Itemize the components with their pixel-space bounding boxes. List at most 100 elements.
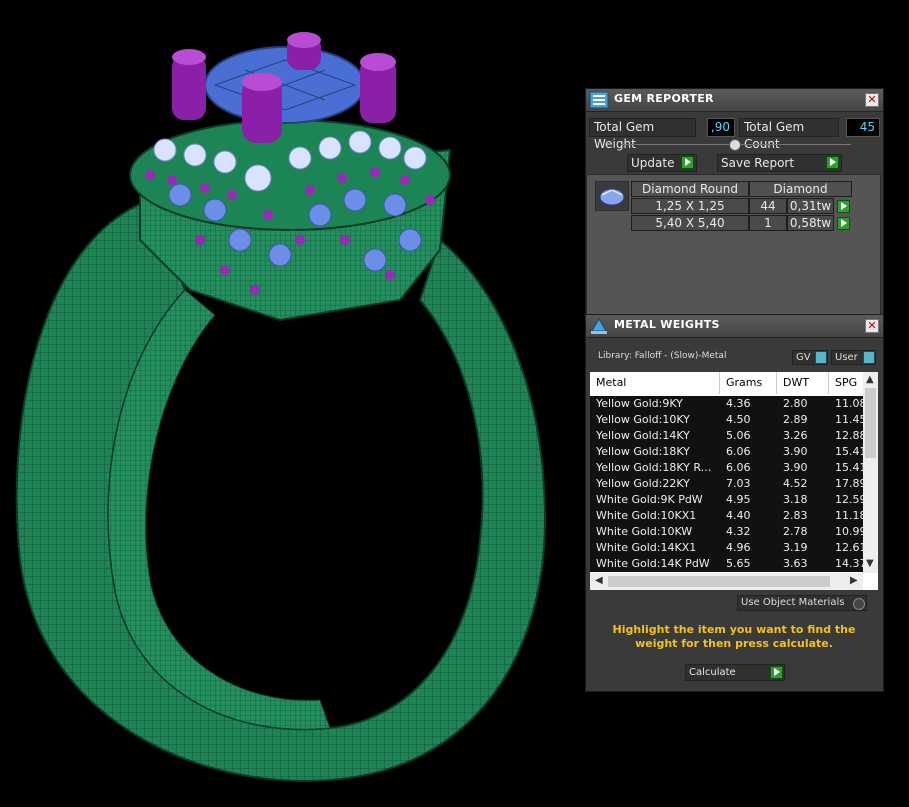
table-row[interactable]: White Gold:9K PdW 4.95 3.18 12.59 (590, 492, 867, 508)
gem-row-count[interactable]: 44 (749, 198, 787, 214)
vertical-scrollbar[interactable]: ▲ ▼ (863, 372, 878, 573)
cell-metal: White Gold:9K PdW (596, 493, 703, 506)
save-report-button[interactable]: Save Report (717, 154, 842, 172)
cell-dwt: 3.90 (783, 445, 808, 458)
scroll-left-icon[interactable]: ◀ (595, 575, 603, 586)
table-row[interactable]: Yellow Gold:18KY 6.06 3.90 15.41 (590, 444, 867, 460)
gem-reporter-title: GEM REPORTER (614, 92, 714, 105)
gem-row-go-icon[interactable] (837, 200, 850, 213)
scroll-thumb[interactable] (865, 388, 876, 458)
gem-reporter-titlebar[interactable]: GEM REPORTER ✕ (586, 89, 883, 112)
cell-metal: Yellow Gold:22KY (596, 477, 690, 490)
update-label: Update (631, 156, 675, 170)
cell-metal: Yellow Gold:14KY (596, 429, 690, 442)
cell-metal: Yellow Gold:10KY (596, 413, 690, 426)
column-header-grams[interactable]: Grams (720, 372, 777, 394)
use-object-materials-toggle-icon[interactable] (853, 598, 865, 610)
scale-icon (591, 318, 607, 334)
cell-grams: 4.36 (726, 397, 751, 410)
cell-grams: 4.40 (726, 509, 751, 522)
gem-row-weight[interactable]: 0,58tw (787, 215, 834, 231)
table-row[interactable]: Yellow Gold:9KY 4.36 2.80 11.08 (590, 396, 867, 412)
cell-dwt: 3.19 (783, 541, 808, 554)
metal-weights-titlebar[interactable]: METAL WEIGHTS ✕ (586, 315, 883, 338)
cell-metal: White Gold:10KX1 (596, 509, 697, 522)
cell-grams: 7.03 (726, 477, 751, 490)
cell-dwt: 3.90 (783, 461, 808, 474)
cell-grams: 4.95 (726, 493, 751, 506)
column-header-dwt[interactable]: DWT (777, 372, 829, 394)
save-report-go-icon[interactable] (826, 156, 839, 169)
update-go-icon[interactable] (681, 156, 694, 169)
gem-row-weight[interactable]: 0,31tw (787, 198, 834, 214)
table-row[interactable]: Yellow Gold:22KY 7.03 4.52 17.89 (590, 476, 867, 492)
horizontal-scrollbar[interactable]: ◀ ▶ (590, 573, 863, 590)
library-label: Library: Falloff - (Slow)-Metal (598, 351, 727, 361)
gem-row-go-icon[interactable] (837, 217, 850, 230)
use-object-materials-checkbox[interactable]: Use Object Materials (737, 595, 867, 611)
table-row[interactable]: White Gold:10KW 4.32 2.78 10.99 (590, 524, 867, 540)
gem-row-size[interactable]: 5,40 X 5,40 (631, 215, 749, 231)
total-gem-weight-value: ,90 (707, 118, 735, 137)
scroll-right-icon[interactable]: ▶ (850, 575, 858, 586)
cell-metal: White Gold:10KW (596, 525, 693, 538)
gem-list: Diamond Round Diamond 1,25 X 1,25 44 0,3… (586, 174, 881, 319)
gem-reporter-panel: GEM REPORTER ✕ Total Gem Weight ,90 Tota… (585, 88, 884, 319)
cell-grams: 6.06 (726, 461, 751, 474)
cell-metal: Yellow Gold:18KY R... (596, 461, 712, 474)
close-icon: ✕ (867, 93, 877, 106)
table-header: Metal Grams DWT SPG (590, 372, 869, 394)
scroll-down-icon[interactable]: ▼ (866, 558, 874, 569)
table-row[interactable]: Yellow Gold:10KY 4.50 2.89 11.45 (590, 412, 867, 428)
metal-weights-title: METAL WEIGHTS (614, 318, 720, 331)
total-gem-count-label: Total Gem Count (739, 118, 839, 151)
cell-grams: 5.06 (726, 429, 751, 442)
gem-reporter-icon (589, 91, 609, 109)
table-row[interactable]: Yellow Gold:18KY R... 6.06 3.90 15.41 (590, 460, 867, 476)
cell-grams: 5.65 (726, 557, 751, 570)
calculate-label: Calculate (689, 667, 736, 678)
splitter-knob-icon[interactable] (729, 139, 741, 151)
cell-dwt: 3.18 (783, 493, 808, 506)
gv-label: GV (796, 352, 811, 363)
cell-metal: White Gold:14K PdW (596, 557, 710, 570)
cell-dwt: 3.63 (783, 557, 808, 570)
cell-dwt: 2.78 (783, 525, 808, 538)
instruction-text: Highlight the item you want to find the … (612, 623, 856, 650)
cell-metal: White Gold:14KX1 (596, 541, 697, 554)
cell-dwt: 2.80 (783, 397, 808, 410)
close-icon: ✕ (867, 319, 877, 332)
user-toggle-icon[interactable] (863, 351, 875, 364)
cell-metal: Yellow Gold:18KY (596, 445, 690, 458)
gem-row-count[interactable]: 1 (749, 215, 787, 231)
gem-shape-header: Diamond Round (631, 181, 749, 197)
hscroll-thumb[interactable] (608, 576, 830, 587)
user-label: User (835, 352, 858, 363)
gem-material-header: Diamond (749, 181, 852, 197)
table-row[interactable]: White Gold:10KX1 4.40 2.83 11.18 (590, 508, 867, 524)
cell-grams: 4.96 (726, 541, 751, 554)
cell-metal: Yellow Gold:9KY (596, 397, 683, 410)
scroll-up-icon[interactable]: ▲ (866, 374, 874, 385)
gem-row-size[interactable]: 1,25 X 1,25 (631, 198, 749, 214)
table-row[interactable]: White Gold:14K PdW 5.65 3.63 14.37 (590, 556, 867, 572)
table-row[interactable]: Yellow Gold:14KY 5.06 3.26 12.88 (590, 428, 867, 444)
total-gem-count-value: 45 (846, 118, 880, 137)
cell-grams: 4.32 (726, 525, 751, 538)
use-object-materials-label: Use Object Materials (741, 597, 845, 608)
cell-dwt: 3.26 (783, 429, 808, 442)
gv-toggle-icon[interactable] (815, 351, 827, 364)
calculate-go-icon[interactable] (770, 666, 783, 679)
save-report-label: Save Report (721, 156, 795, 170)
cell-dwt: 2.83 (783, 509, 808, 522)
diamond-round-icon[interactable] (595, 181, 629, 211)
cell-grams: 4.50 (726, 413, 751, 426)
cell-dwt: 2.89 (783, 413, 808, 426)
column-header-metal[interactable]: Metal (590, 372, 720, 394)
total-gem-weight-label: Total Gem Weight (589, 118, 696, 151)
table-row[interactable]: White Gold:14KX1 4.96 3.19 12.61 (590, 540, 867, 556)
gem-reporter-close-button[interactable]: ✕ (865, 93, 879, 107)
cell-dwt: 4.52 (783, 477, 808, 490)
metal-weights-close-button[interactable]: ✕ (865, 319, 879, 333)
metal-weights-table[interactable]: Metal Grams DWT SPG Yellow Gold:9KY 4.36 2… (590, 372, 878, 590)
